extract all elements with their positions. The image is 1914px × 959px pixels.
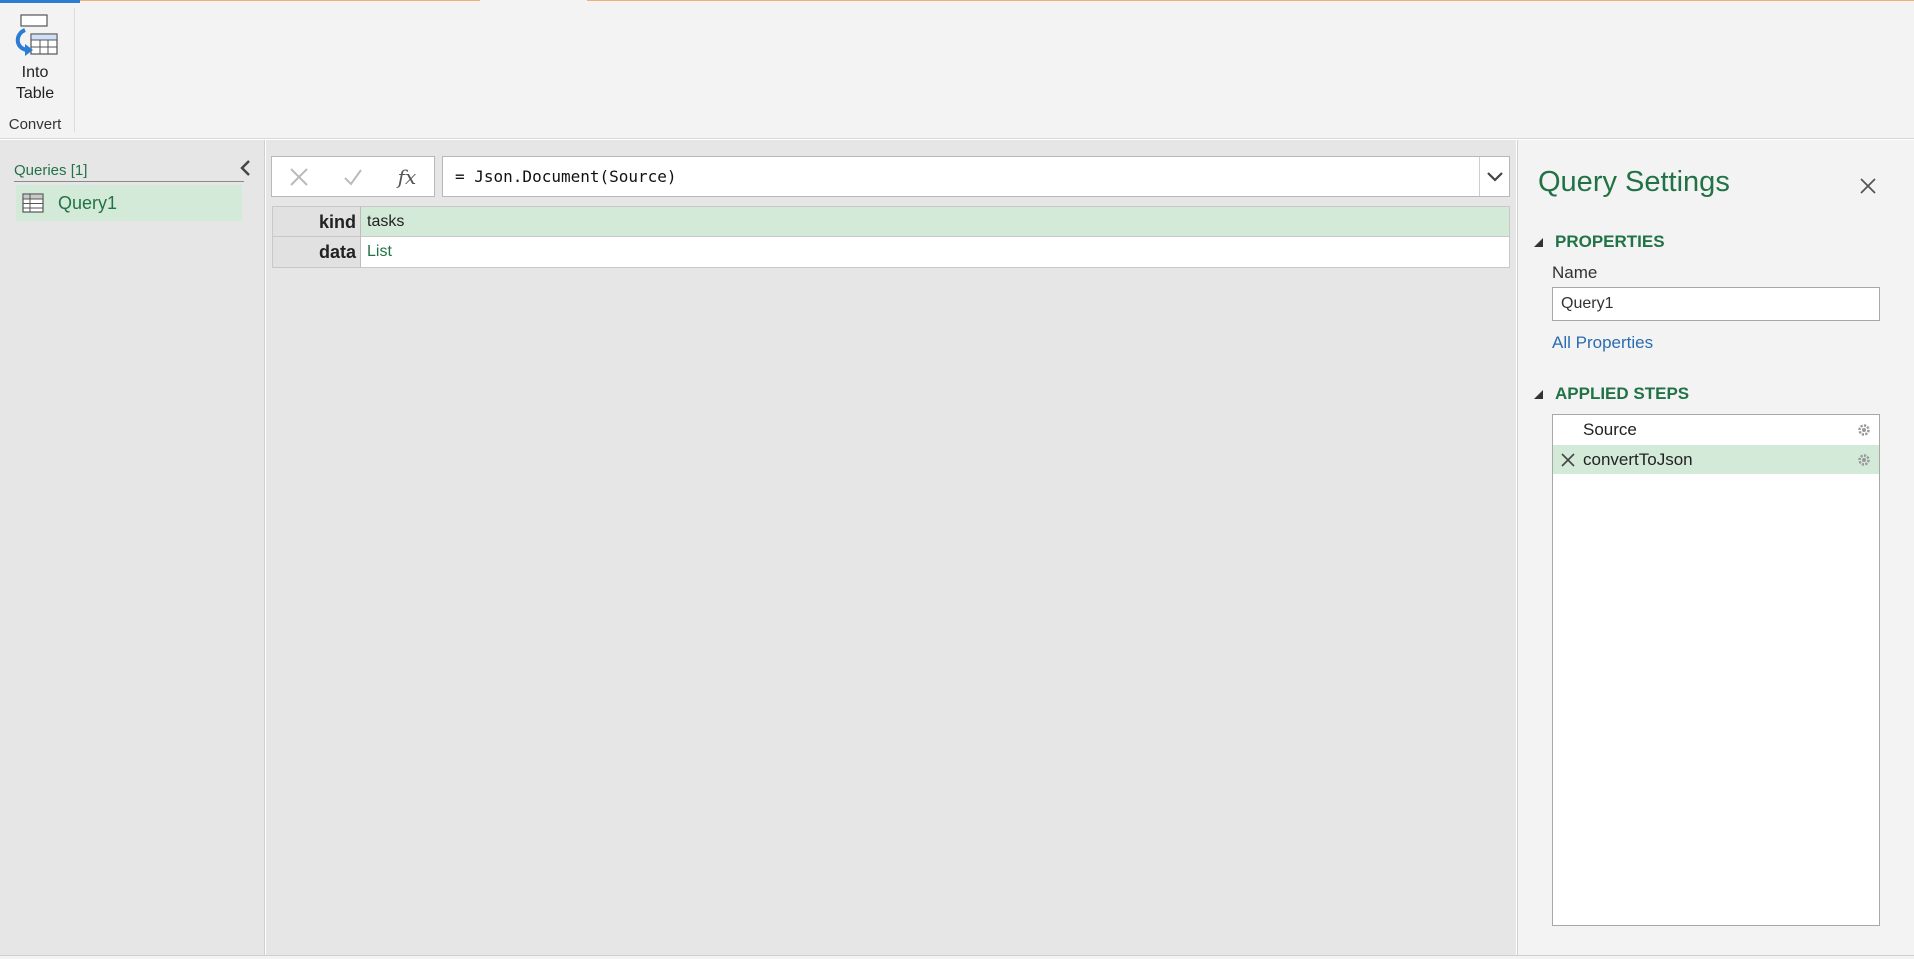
queries-pane: Queries [1] Query1: [0, 140, 265, 955]
collapse-queries-button[interactable]: [236, 158, 256, 178]
formula-bar[interactable]: = Json.Document(Source): [442, 156, 1510, 197]
query-settings-pane: Query Settings PROPERTIES Name All Prope…: [1517, 140, 1914, 955]
into-table-label-line1: Into: [21, 64, 49, 81]
delete-step-button[interactable]: [1553, 452, 1583, 467]
commit-formula-button[interactable]: [326, 157, 380, 196]
chevron-left-icon: [240, 160, 250, 176]
record-key: data: [273, 237, 361, 267]
step-source[interactable]: Source: [1553, 415, 1879, 444]
close-settings-button[interactable]: [1856, 174, 1880, 198]
collapse-triangle-icon: [1534, 237, 1543, 247]
table-row[interactable]: data List: [272, 237, 1510, 268]
table-icon: [22, 193, 44, 213]
main-area: fx = Json.Document(Source) kind tasks da…: [266, 140, 1516, 955]
record-key: kind: [273, 207, 361, 236]
into-table-label-line2: Table: [15, 85, 55, 102]
queries-header: Queries [1]: [14, 162, 244, 182]
query-item-label: Query1: [58, 192, 118, 213]
query-name-input[interactable]: [1552, 287, 1880, 321]
gear-icon: [1858, 423, 1870, 436]
properties-header-label: PROPERTIES: [1555, 232, 1665, 251]
step-converttojson[interactable]: convertToJson: [1553, 445, 1879, 474]
table-row[interactable]: kind tasks: [272, 206, 1510, 237]
step-label: Source: [1583, 419, 1637, 439]
step-settings-button[interactable]: [1849, 452, 1879, 468]
contextual-tab-line: [80, 0, 480, 1]
step-label: convertToJson: [1583, 449, 1693, 469]
into-table-button[interactable]: Into Table: [4, 12, 66, 108]
cancel-formula-button[interactable]: [272, 157, 326, 196]
ribbon-group-separator: [74, 8, 75, 132]
ribbon: Into Table Convert: [0, 0, 1914, 139]
close-icon: [290, 167, 308, 186]
step-settings-button[interactable]: [1849, 422, 1879, 438]
close-icon: [1860, 178, 1876, 194]
applied-steps-header-label: APPLIED STEPS: [1555, 384, 1690, 403]
into-table-icon: [15, 14, 58, 56]
formula-text[interactable]: = Json.Document(Source): [455, 167, 1479, 186]
gear-icon: [1858, 453, 1870, 466]
status-bar: [0, 955, 1914, 959]
all-properties-link[interactable]: All Properties: [1552, 333, 1653, 353]
record-table: kind tasks data List: [272, 206, 1510, 268]
properties-section-header[interactable]: PROPERTIES: [1534, 232, 1665, 252]
applied-steps-section-header[interactable]: APPLIED STEPS: [1534, 384, 1689, 404]
settings-title: Query Settings: [1538, 166, 1730, 198]
record-value[interactable]: tasks: [361, 207, 404, 236]
active-tab-indicator: [0, 0, 80, 3]
insert-function-button[interactable]: fx: [380, 157, 434, 196]
ribbon-group-label: Convert: [8, 116, 62, 133]
checkmark-icon: [344, 168, 362, 186]
contextual-tab-line: [587, 0, 1914, 1]
applied-steps-list: Source convertToJson: [1552, 414, 1880, 926]
expand-formula-button[interactable]: [1479, 157, 1509, 196]
close-icon: [1561, 452, 1575, 467]
query-item-query1[interactable]: Query1: [16, 185, 242, 221]
formula-buttons: fx: [271, 156, 435, 197]
record-value-link[interactable]: List: [361, 237, 392, 267]
collapse-triangle-icon: [1534, 389, 1543, 399]
name-label: Name: [1552, 263, 1598, 282]
fx-icon: fx: [397, 164, 417, 189]
chevron-down-icon: [1486, 171, 1503, 182]
